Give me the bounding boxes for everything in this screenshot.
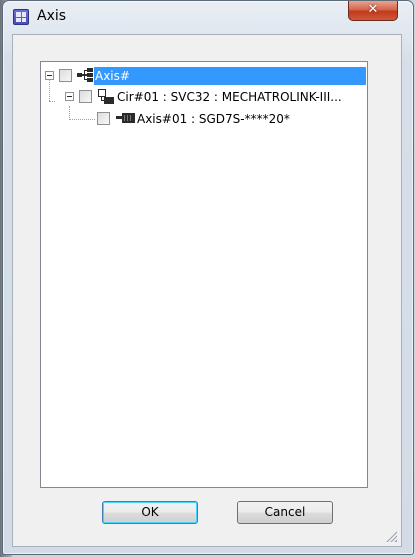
tree-node-circuit-label: Cir#01 : SVC32 : MECHATROLINK-III...: [117, 90, 342, 104]
network-root-icon: [77, 68, 93, 82]
tree-connector: [69, 106, 70, 120]
dialog-window: Axis ✕ Axis# Cir#01: SVC32: MECHATROLI…: [2, 0, 414, 555]
tree-node-root-label-bg: Axis#: [94, 67, 366, 85]
circuit-checkbox[interactable]: [79, 90, 92, 103]
title-bar[interactable]: Axis ✕: [3, 1, 413, 35]
tree-connector: [49, 101, 55, 102]
close-button[interactable]: ✕: [348, 1, 398, 21]
tree-connector: [69, 119, 95, 120]
collapse-root-button[interactable]: [45, 71, 54, 80]
tree-node-axis-label: Axis#01 : SGD7S-****20*: [137, 112, 290, 126]
ok-button[interactable]: OK: [102, 501, 198, 524]
servo-axis-icon: [116, 113, 135, 123]
app-icon: [13, 9, 29, 25]
circuit-icon: [98, 89, 114, 104]
tree-node-circuit[interactable]: Cir#01 : SVC32 : MECHATROLINK-III...: [61, 88, 366, 106]
root-checkbox[interactable]: [59, 69, 72, 82]
close-icon: ✕: [367, 2, 379, 17]
cancel-button[interactable]: Cancel: [237, 501, 333, 524]
resize-grip[interactable]: [385, 530, 397, 542]
tree-node-root-label: Axis#: [95, 69, 130, 83]
axis-checkbox[interactable]: [97, 112, 110, 125]
window-title: Axis: [37, 8, 67, 24]
collapse-circuit-button[interactable]: [65, 92, 74, 101]
dialog-content: Axis# Cir#01 : SVC32 : MECHATROLINK-III.…: [12, 34, 402, 547]
tree-node-axis[interactable]: Axis#01 : SGD7S-****20*: [95, 110, 365, 128]
axis-tree[interactable]: Axis# Cir#01 : SVC32 : MECHATROLINK-III.…: [40, 61, 368, 488]
